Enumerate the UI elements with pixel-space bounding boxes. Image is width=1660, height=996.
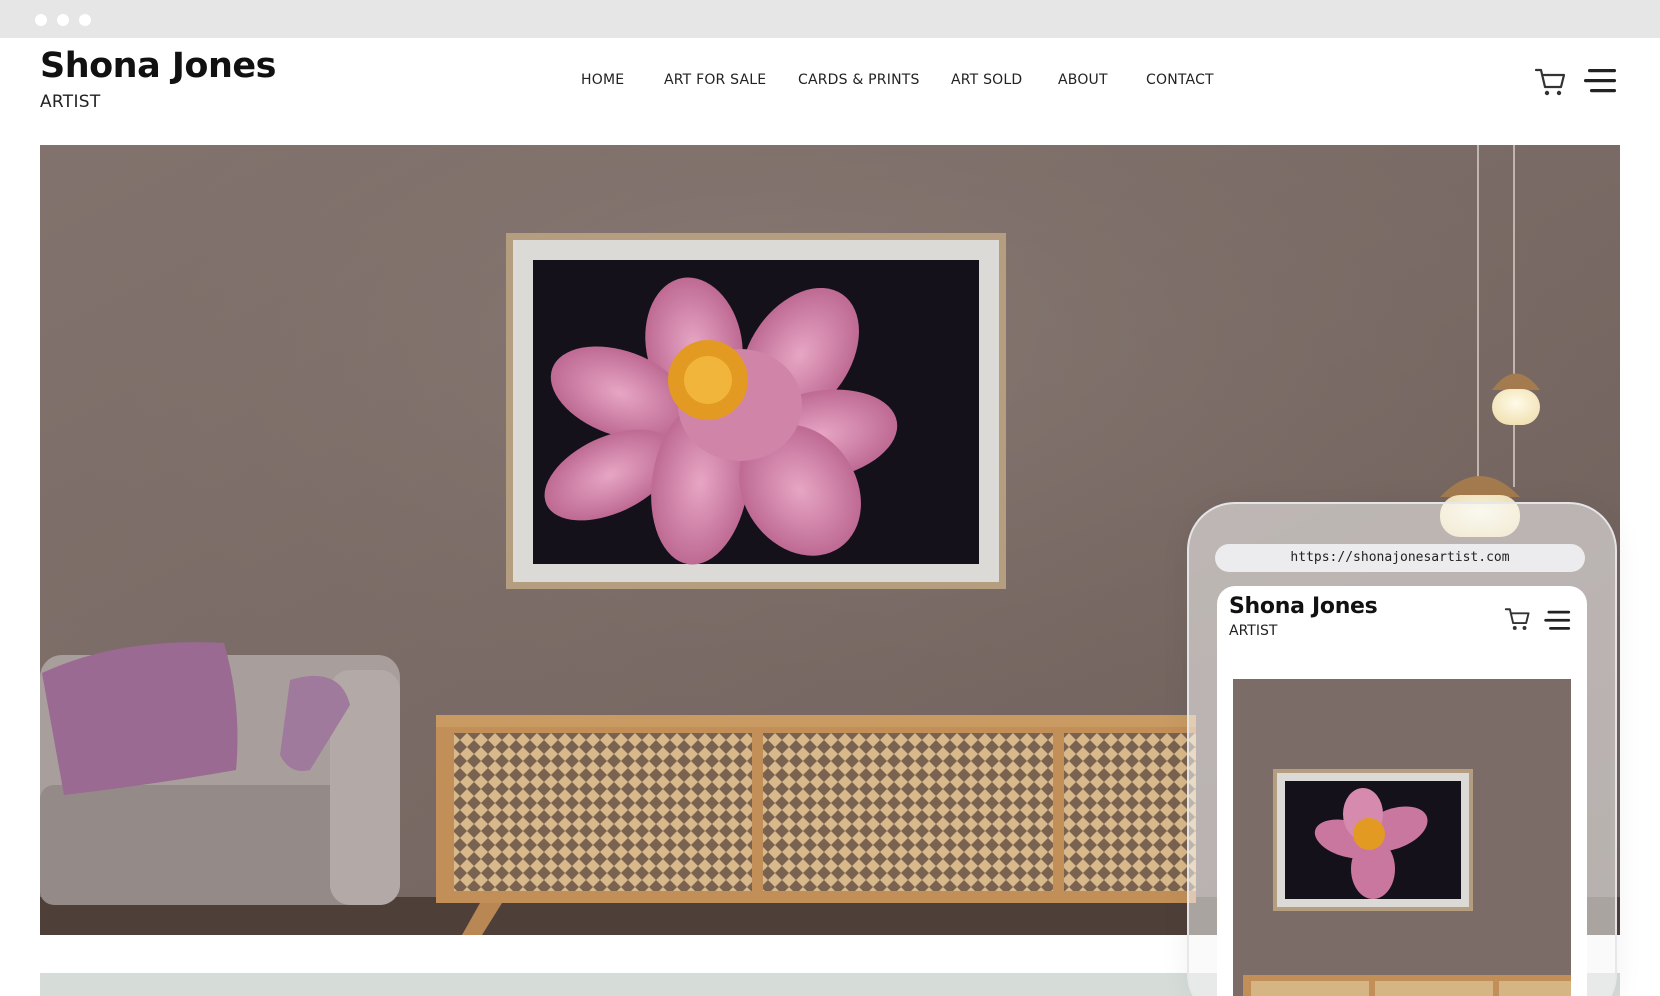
mobile-living-room-scene [1233, 679, 1571, 996]
cushion [42, 642, 238, 795]
window-dot[interactable] [57, 14, 69, 26]
mobile-brand-subtitle: ARTIST [1229, 623, 1278, 639]
sideboard [436, 715, 1196, 935]
window-dot[interactable] [35, 14, 47, 26]
mobile-menu-button[interactable] [1544, 610, 1572, 636]
hamburger-menu-icon [1584, 69, 1616, 93]
window-dot[interactable] [79, 14, 91, 26]
mobile-brand-name[interactable]: Shona Jones [1229, 594, 1378, 619]
nav-art-for-sale[interactable]: ART FOR SALE [664, 72, 766, 88]
mobile-cart-button[interactable] [1504, 606, 1532, 637]
nav-contact[interactable]: CONTACT [1146, 72, 1214, 88]
mobile-hero-image [1233, 679, 1571, 996]
mobile-url-bar[interactable]: https://shonajonesartist.com [1215, 544, 1585, 572]
menu-button[interactable] [1584, 68, 1618, 99]
cart-icon [1534, 68, 1566, 96]
mobile-screen: Shona Jones ARTIST [1217, 586, 1587, 996]
framed-painting [506, 233, 1006, 589]
main-nav: HOME ART FOR SALE CARDS & PRINTS ART SOL… [0, 72, 1660, 98]
nav-home[interactable]: HOME [581, 72, 624, 88]
nav-art-sold[interactable]: ART SOLD [951, 72, 1022, 88]
cart-button[interactable] [1534, 66, 1568, 103]
nav-about[interactable]: ABOUT [1058, 72, 1108, 88]
site-header: Shona Jones ARTIST HOME ART FOR SALE CAR… [0, 38, 1660, 144]
cart-icon [1504, 608, 1530, 630]
armchair [40, 642, 400, 905]
nav-cards-prints[interactable]: CARDS & PRINTS [798, 72, 920, 88]
hamburger-menu-icon [1544, 610, 1571, 630]
browser-titlebar [0, 0, 1660, 38]
